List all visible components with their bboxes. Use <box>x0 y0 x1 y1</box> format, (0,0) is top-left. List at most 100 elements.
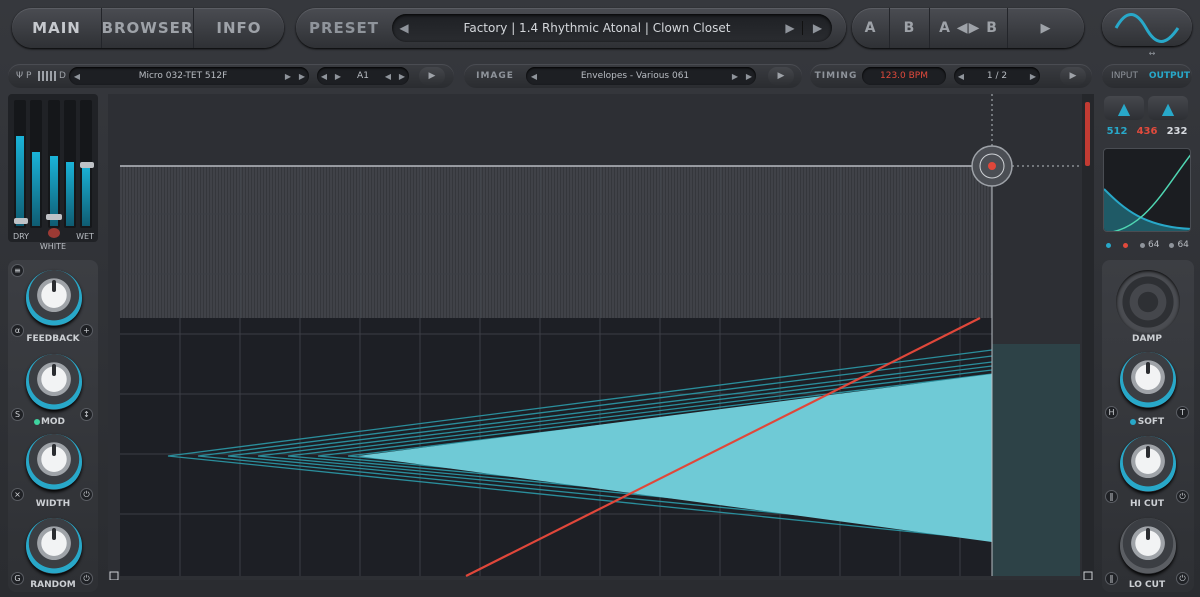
random-label: RANDOM <box>30 580 76 590</box>
upper-hatch <box>120 166 992 318</box>
corner-handle-icon[interactable] <box>109 571 119 580</box>
play-icon: ▶ <box>1069 71 1077 81</box>
play-button[interactable]: ▶ <box>1008 8 1084 48</box>
tuning-name[interactable]: Micro 032-TET 512F <box>85 71 281 81</box>
chevron-left-icon[interactable]: ◀ <box>381 72 395 81</box>
bpm-display[interactable]: 123.0 BPM <box>862 67 946 85</box>
key-name[interactable]: A1 <box>345 71 381 81</box>
preset-name[interactable]: Factory | 1.4 Rhythmic Atonal | Clown Cl… <box>416 21 778 35</box>
tuning-prefix: Ψ P <box>16 71 32 81</box>
spectrum-display[interactable] <box>108 94 1094 580</box>
a-button[interactable]: A <box>852 8 890 48</box>
chevron-left-icon[interactable]: ◀ <box>392 21 416 35</box>
right-panel: ▲ ▲ 512 436 232 64 64 DAMP H T SOFT ‖ ⏻ … <box>1100 92 1196 594</box>
key-display: ◀ ▶ A1 ◀ ▶ <box>317 67 409 85</box>
timing-label: TIMING <box>814 71 858 81</box>
chevron-right-icon[interactable]: ▶ <box>281 72 295 81</box>
target-handle-icon[interactable] <box>971 145 1013 187</box>
chevron-right-icon[interactable]: ▶ <box>778 21 802 35</box>
chevron-right-icon[interactable]: ▶ <box>742 72 756 81</box>
dry-fader[interactable] <box>14 218 28 224</box>
dot-red-icon <box>1123 242 1128 248</box>
tuning-suffix: D <box>59 71 66 81</box>
right-shade <box>992 344 1080 576</box>
hicut-label: HI CUT <box>1129 499 1165 509</box>
logo-button[interactable] <box>1102 8 1192 46</box>
chevron-left-icon[interactable]: ◀ <box>954 72 968 81</box>
b-button[interactable]: B <box>890 8 930 48</box>
chevron-right-icon[interactable]: ▶ <box>295 72 309 81</box>
random-knob[interactable] <box>26 518 82 574</box>
pitch-up-button[interactable]: ▲ <box>1104 96 1144 120</box>
play-button[interactable]: ▶ <box>1060 67 1086 85</box>
menu-icon[interactable]: ≡ <box>11 264 24 277</box>
top-bar: MAIN BROWSER INFO PRESET ◀ Factory | 1.4… <box>0 0 1200 58</box>
play-icon: ▶ <box>1040 20 1052 36</box>
damp-dial[interactable] <box>1116 270 1180 334</box>
bpm-value[interactable]: 123.0 BPM <box>862 71 946 81</box>
lock-icon[interactable] <box>48 228 60 238</box>
image-display: ◀ Envelopes - Various 061 ▶ ▶ <box>526 67 756 85</box>
play-button[interactable]: ▶ <box>419 67 445 85</box>
curve-params: 64 64 <box>1104 238 1192 252</box>
curve-preview[interactable] <box>1103 148 1191 232</box>
scroll-thumb[interactable] <box>1085 102 1090 166</box>
mod-knob[interactable] <box>26 354 82 410</box>
preset-label: PRESET <box>308 19 380 37</box>
chevron-left-icon[interactable]: ◀ <box>69 72 85 81</box>
chevron-right-icon[interactable]: ▶ <box>802 21 832 35</box>
width-knob[interactable] <box>26 434 82 490</box>
wet-fader[interactable] <box>80 162 94 168</box>
counters: 512 436 232 <box>1102 126 1192 142</box>
scroll-track[interactable] <box>1082 94 1094 580</box>
feedback-knob[interactable] <box>26 270 82 326</box>
preset-bar: PRESET ◀ Factory | 1.4 Rhythmic Atonal |… <box>296 8 846 48</box>
dot-gray-icon <box>1140 242 1145 248</box>
tuning-bar: Ψ P D ◀ Micro 032-TET 512F ▶ ▶ ◀ ▶ A1 ◀ … <box>8 64 454 88</box>
locut-label: LO CUT <box>1128 580 1166 590</box>
input-tab[interactable]: INPUT <box>1102 71 1147 81</box>
mix-meters <box>8 94 98 242</box>
hicut-knob[interactable] <box>1120 436 1176 492</box>
param-b[interactable]: 64 <box>1177 240 1188 250</box>
nav-tabs: MAIN BROWSER INFO <box>12 8 284 48</box>
locut-knob[interactable] <box>1120 518 1176 574</box>
counter-3: 232 <box>1166 126 1188 137</box>
chevron-right-icon[interactable]: ▶ <box>331 72 345 81</box>
dot-gray-icon <box>1169 242 1175 248</box>
white-meter <box>48 100 60 228</box>
pitch-up-button-2[interactable]: ▲ <box>1148 96 1188 120</box>
wet-meter <box>64 100 76 228</box>
a-to-b-button[interactable]: A ◀▶ B <box>930 8 1008 48</box>
counter-2: 436 <box>1136 126 1158 137</box>
soft-knob[interactable] <box>1120 352 1176 408</box>
plugin-window: MAIN BROWSER INFO PRESET ◀ Factory | 1.4… <box>0 0 1200 597</box>
tab-main[interactable]: MAIN <box>12 8 102 48</box>
chevron-left-icon[interactable]: ◀ <box>526 72 542 81</box>
left-panel: DRY WHITE WET ≡ α + FEEDBACK S ↕ MOD × ⏻… <box>6 92 100 594</box>
white-fader[interactable] <box>46 214 62 220</box>
damp-label: DAMP <box>1132 334 1162 344</box>
play-icon: ▶ <box>428 71 436 81</box>
chevron-right-icon[interactable]: ▶ <box>1026 72 1040 81</box>
output-tab[interactable]: OUTPUT <box>1147 71 1192 81</box>
image-bar: IMAGE ◀ Envelopes - Various 061 ▶ ▶ ▶ <box>464 64 802 88</box>
division-display: ◀ 1 / 2 ▶ <box>954 67 1040 85</box>
io-toggle: INPUT OUTPUT <box>1102 64 1192 88</box>
play-icon: ▶ <box>777 71 785 81</box>
swap-arrows-icon[interactable]: ↔ <box>1120 50 1184 58</box>
chevron-right-icon[interactable]: ▶ <box>728 72 742 81</box>
white-label: WHITE <box>39 242 67 251</box>
division-value[interactable]: 1 / 2 <box>968 71 1026 81</box>
param-a[interactable]: 64 <box>1148 240 1159 250</box>
tab-browser[interactable]: BROWSER <box>102 8 194 48</box>
play-button[interactable]: ▶ <box>768 67 794 85</box>
image-name[interactable]: Envelopes - Various 061 <box>542 71 728 81</box>
tab-info[interactable]: INFO <box>194 8 284 48</box>
chevron-left-icon[interactable]: ◀ <box>317 72 331 81</box>
bottom-ruler <box>108 580 1094 597</box>
tuning-display: ◀ Micro 032-TET 512F ▶ ▶ <box>69 67 309 85</box>
width-label: WIDTH <box>35 499 71 509</box>
grid-icon[interactable] <box>38 71 56 81</box>
chevron-right-icon[interactable]: ▶ <box>395 72 409 81</box>
